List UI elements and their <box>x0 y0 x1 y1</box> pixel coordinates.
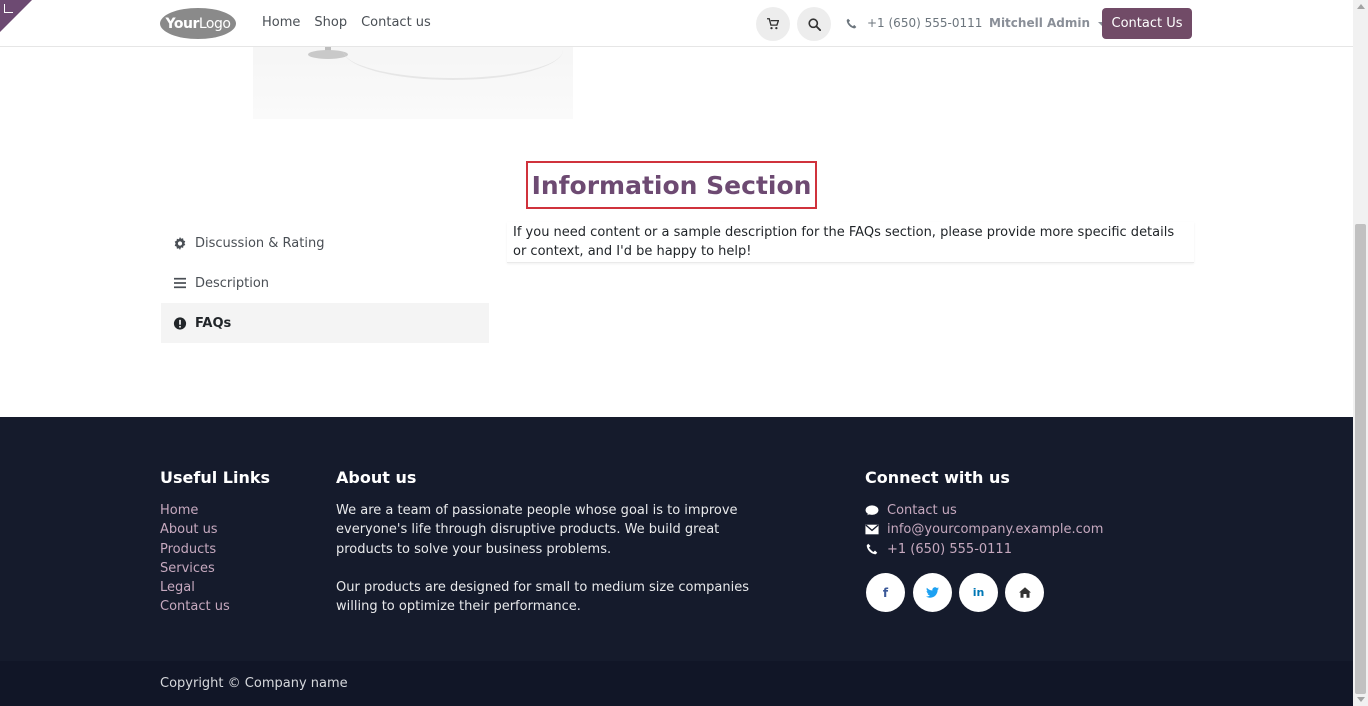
copyright-bar: Copyright © Company name <box>0 661 1353 706</box>
tab-content-faqs: If you need content or a sample descript… <box>507 222 1194 263</box>
footer-link-contact-us[interactable]: Contact us <box>160 597 230 616</box>
phone-icon <box>846 18 857 28</box>
twitter-icon <box>926 587 939 598</box>
logo-text-main: Your <box>165 15 200 32</box>
footer-link-home[interactable]: Home <box>160 501 230 520</box>
tab-description-label: Description <box>195 275 270 291</box>
about-us-paragraph-1: We are a team of passionate people whose… <box>336 503 738 557</box>
copyright-text: Copyright © Company name <box>160 676 348 691</box>
tab-faqs-label: FAQs <box>195 315 232 331</box>
connect-contact-link: Contact us <box>887 503 957 518</box>
tab-description[interactable]: Description <box>161 263 489 303</box>
user-menu[interactable]: Mitchell Admin <box>989 16 1107 30</box>
tab-discussion-rating[interactable]: Discussion & Rating <box>161 223 489 263</box>
cart-icon <box>767 18 779 30</box>
connect-contact-row[interactable]: Contact us <box>865 501 1103 520</box>
tab-faqs[interactable]: FAQs <box>161 303 489 343</box>
user-name: Mitchell Admin <box>989 16 1091 30</box>
scrollbar-thumb[interactable] <box>1355 224 1366 694</box>
footer-link-legal[interactable]: Legal <box>160 578 230 597</box>
footer-link-services[interactable]: Services <box>160 559 230 578</box>
connect-phone-number: +1 (650) 555-0111 <box>887 541 1012 557</box>
information-section-title: Information Section <box>526 161 817 209</box>
scroll-down-arrow-icon[interactable] <box>1357 697 1365 702</box>
about-us-text: We are a team of passionate people whose… <box>336 501 756 617</box>
linkedin-icon: in <box>972 586 985 599</box>
connect-email-row[interactable]: info@yourcompany.example.com <box>865 520 1103 539</box>
about-us-title: About us <box>336 468 417 487</box>
footer-link-about-us[interactable]: About us <box>160 520 230 539</box>
nav-shop[interactable]: Shop <box>314 15 347 30</box>
home-button[interactable] <box>1005 573 1044 612</box>
facebook-icon: f <box>882 585 889 600</box>
cart-button[interactable] <box>756 7 790 41</box>
footer-link-products[interactable]: Products <box>160 540 230 559</box>
nav-contact-us[interactable]: Contact us <box>361 15 431 30</box>
list-icon <box>174 277 186 289</box>
connect-phone-row[interactable]: +1 (650) 555-0111 <box>865 540 1103 559</box>
site-header: Your Logo Home Shop Contact us +1 (650) 5… <box>0 0 1353 47</box>
logo-text-light: Logo <box>198 15 231 32</box>
linkedin-button[interactable]: in <box>959 573 998 612</box>
connect-list: Contact us info@yourcompany.example.com … <box>865 501 1103 559</box>
twitter-button[interactable] <box>913 573 952 612</box>
phone-icon <box>866 543 878 555</box>
comment-icon <box>865 505 879 515</box>
edit-corner-icon <box>4 4 13 13</box>
header-phone[interactable]: +1 (650) 555-0111 <box>846 16 982 30</box>
main-nav: Home Shop Contact us <box>262 15 431 30</box>
logo[interactable]: Your Logo <box>160 8 236 39</box>
about-us-paragraph-2: Our products are designed for small to m… <box>336 580 749 615</box>
connect-email-link: info@yourcompany.example.com <box>887 522 1104 538</box>
envelope-icon <box>865 525 879 535</box>
tab-discussion-rating-label: Discussion & Rating <box>195 235 325 251</box>
search-button[interactable] <box>797 7 831 41</box>
header-phone-number: +1 (650) 555-0111 <box>867 16 983 30</box>
nav-home[interactable]: Home <box>262 15 300 30</box>
facebook-button[interactable]: f <box>866 573 905 612</box>
lamp-base-shape <box>308 50 348 59</box>
search-icon <box>807 17 821 31</box>
useful-links-title: Useful Links <box>160 468 271 487</box>
home-icon <box>1018 587 1031 598</box>
useful-links-list: Home About us Products Services Legal Co… <box>160 501 230 617</box>
contact-us-button[interactable]: Contact Us <box>1102 8 1192 39</box>
page-scrollbar[interactable] <box>1353 0 1368 706</box>
connect-with-us-title: Connect with us <box>865 468 1010 487</box>
exclamation-circle-icon <box>173 316 187 330</box>
scroll-up-arrow-icon[interactable] <box>1357 4 1365 9</box>
gear-icon <box>174 236 186 250</box>
